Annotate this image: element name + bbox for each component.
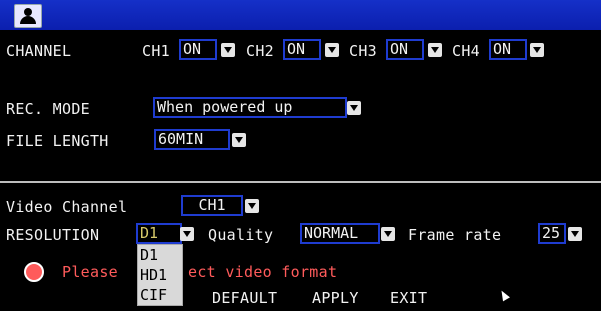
frame-rate-label: Frame rate bbox=[408, 226, 502, 244]
frame-rate-chevron-down-icon[interactable] bbox=[568, 227, 582, 241]
channel-label: CHANNEL bbox=[6, 42, 72, 60]
rec-mode-chevron-down-icon[interactable] bbox=[347, 101, 361, 115]
file-length-chevron-down-icon[interactable] bbox=[232, 133, 246, 147]
resolution-chevron-down-icon[interactable] bbox=[180, 227, 194, 241]
ch2-chevron-down-icon[interactable] bbox=[325, 43, 339, 57]
resolution-option-hd1[interactable]: HD1 bbox=[138, 265, 182, 285]
ch4-label: CH4 bbox=[452, 42, 480, 60]
ch2-select[interactable]: ON bbox=[283, 39, 321, 60]
frame-rate-select[interactable]: 25 bbox=[538, 223, 566, 244]
status-message-prefix: Please bbox=[62, 263, 118, 281]
exit-button[interactable]: EXIT bbox=[390, 289, 427, 307]
ch3-label: CH3 bbox=[349, 42, 377, 60]
video-channel-label: Video Channel bbox=[6, 198, 128, 216]
status-message-suffix: ect video format bbox=[188, 263, 338, 281]
resolution-option-d1[interactable]: D1 bbox=[138, 245, 182, 265]
quality-select[interactable]: NORMAL bbox=[300, 223, 380, 244]
video-channel-select[interactable]: CH1 bbox=[181, 195, 243, 216]
rec-mode-label: REC. MODE bbox=[6, 100, 90, 118]
ch3-chevron-down-icon[interactable] bbox=[428, 43, 442, 57]
ch2-label: CH2 bbox=[246, 42, 274, 60]
apply-button[interactable]: APPLY bbox=[312, 289, 359, 307]
file-length-label: FILE LENGTH bbox=[6, 132, 109, 150]
default-button[interactable]: DEFAULT bbox=[212, 289, 277, 307]
record-status-icon bbox=[24, 262, 44, 282]
ch1-chevron-down-icon[interactable] bbox=[221, 43, 235, 57]
quality-label: Quality bbox=[208, 226, 274, 244]
ch4-chevron-down-icon[interactable] bbox=[530, 43, 544, 57]
section-divider bbox=[0, 181, 601, 183]
resolution-dropdown-list: D1 HD1 CIF bbox=[137, 244, 183, 306]
resolution-option-cif[interactable]: CIF bbox=[138, 285, 182, 305]
quality-chevron-down-icon[interactable] bbox=[381, 227, 395, 241]
resolution-select[interactable]: D1 bbox=[136, 223, 182, 244]
video-channel-chevron-down-icon[interactable] bbox=[245, 199, 259, 213]
resolution-label: RESOLUTION bbox=[6, 226, 100, 244]
rec-mode-select[interactable]: When powered up bbox=[153, 97, 347, 118]
title-bar bbox=[0, 0, 601, 30]
ch1-label: CH1 bbox=[142, 42, 170, 60]
ch4-select[interactable]: ON bbox=[489, 39, 527, 60]
ch3-select[interactable]: ON bbox=[386, 39, 424, 60]
file-length-select[interactable]: 60MIN bbox=[154, 129, 230, 150]
dvr-record-settings-screen: CHANNEL CH1 ON CH2 ON CH3 ON CH4 ON REC.… bbox=[0, 0, 601, 311]
ch1-select[interactable]: ON bbox=[179, 39, 217, 60]
mouse-pointer-icon bbox=[498, 288, 510, 302]
user-icon bbox=[14, 4, 42, 28]
